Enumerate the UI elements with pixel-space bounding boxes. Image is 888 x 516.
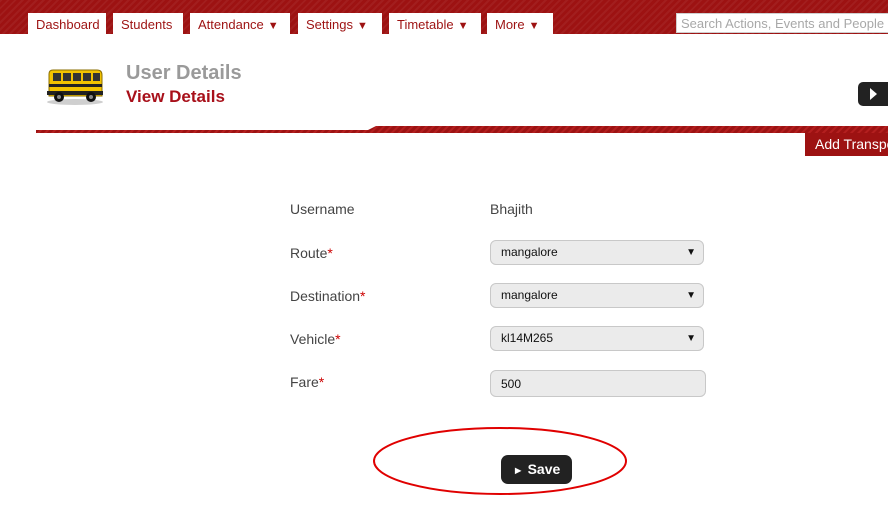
dropdown-arrow-icon: ▼ [457, 20, 469, 32]
destination-label: Destination* [290, 288, 366, 304]
destination-select-value: mangalore [501, 288, 558, 302]
dropdown-arrow-icon: ▼ [528, 20, 540, 32]
route-label: Route* [290, 245, 333, 261]
save-button[interactable]: ► Save [501, 455, 572, 484]
tab-label: Settings [306, 17, 353, 32]
play-icon: ► [512, 465, 524, 477]
username-value: Bhajith [490, 201, 533, 217]
tab-label: Timetable [397, 17, 454, 32]
tab-timetable[interactable]: Timetable ▼ [389, 13, 481, 34]
vehicle-select-value: kl14M265 [501, 331, 554, 345]
highlight-ellipse [373, 427, 627, 495]
fare-input[interactable] [490, 370, 706, 397]
destination-select[interactable]: mangalore ▼ [490, 283, 704, 308]
tab-students[interactable]: Students [113, 13, 183, 34]
tab-label: Dashboard [36, 17, 100, 32]
tab-dashboard[interactable]: Dashboard [28, 13, 106, 34]
dropdown-arrow-icon: ▼ [267, 20, 279, 32]
page-title: User Details [126, 62, 242, 84]
required-marker: * [318, 374, 325, 390]
dropdown-arrow-icon: ▼ [356, 20, 368, 32]
required-marker: * [327, 245, 333, 261]
required-marker: * [335, 331, 341, 347]
tab-settings[interactable]: Settings ▼ [298, 13, 382, 34]
chevron-down-icon: ▼ [686, 333, 696, 344]
chevron-down-icon: ▼ [686, 290, 696, 301]
side-play-button[interactable] [858, 82, 888, 106]
username-label: Username [290, 201, 355, 217]
vehicle-label: Vehicle* [290, 331, 341, 347]
tab-more[interactable]: More ▼ [487, 13, 553, 34]
school-bus-icon [47, 69, 103, 105]
page-subtitle: View Details [126, 87, 225, 106]
save-button-label: Save [527, 461, 561, 477]
add-transport-tab[interactable]: Add Transport [805, 133, 888, 156]
play-icon [870, 88, 877, 100]
route-select-value: mangalore [501, 245, 558, 259]
search-input[interactable] [676, 13, 888, 33]
route-select[interactable]: mangalore ▼ [490, 240, 704, 265]
tab-label: Attendance [198, 17, 264, 32]
top-nav-bar: Dashboard Students Attendance ▼ Settings ▼… [0, 0, 888, 34]
fare-label: Fare* [290, 374, 325, 390]
vehicle-select[interactable]: kl14M265 ▼ [490, 326, 704, 351]
tab-attendance[interactable]: Attendance ▼ [190, 13, 290, 34]
tab-label: More [495, 17, 525, 32]
tab-label: Students [121, 17, 173, 32]
required-marker: * [360, 288, 366, 304]
chevron-down-icon: ▼ [686, 247, 696, 258]
